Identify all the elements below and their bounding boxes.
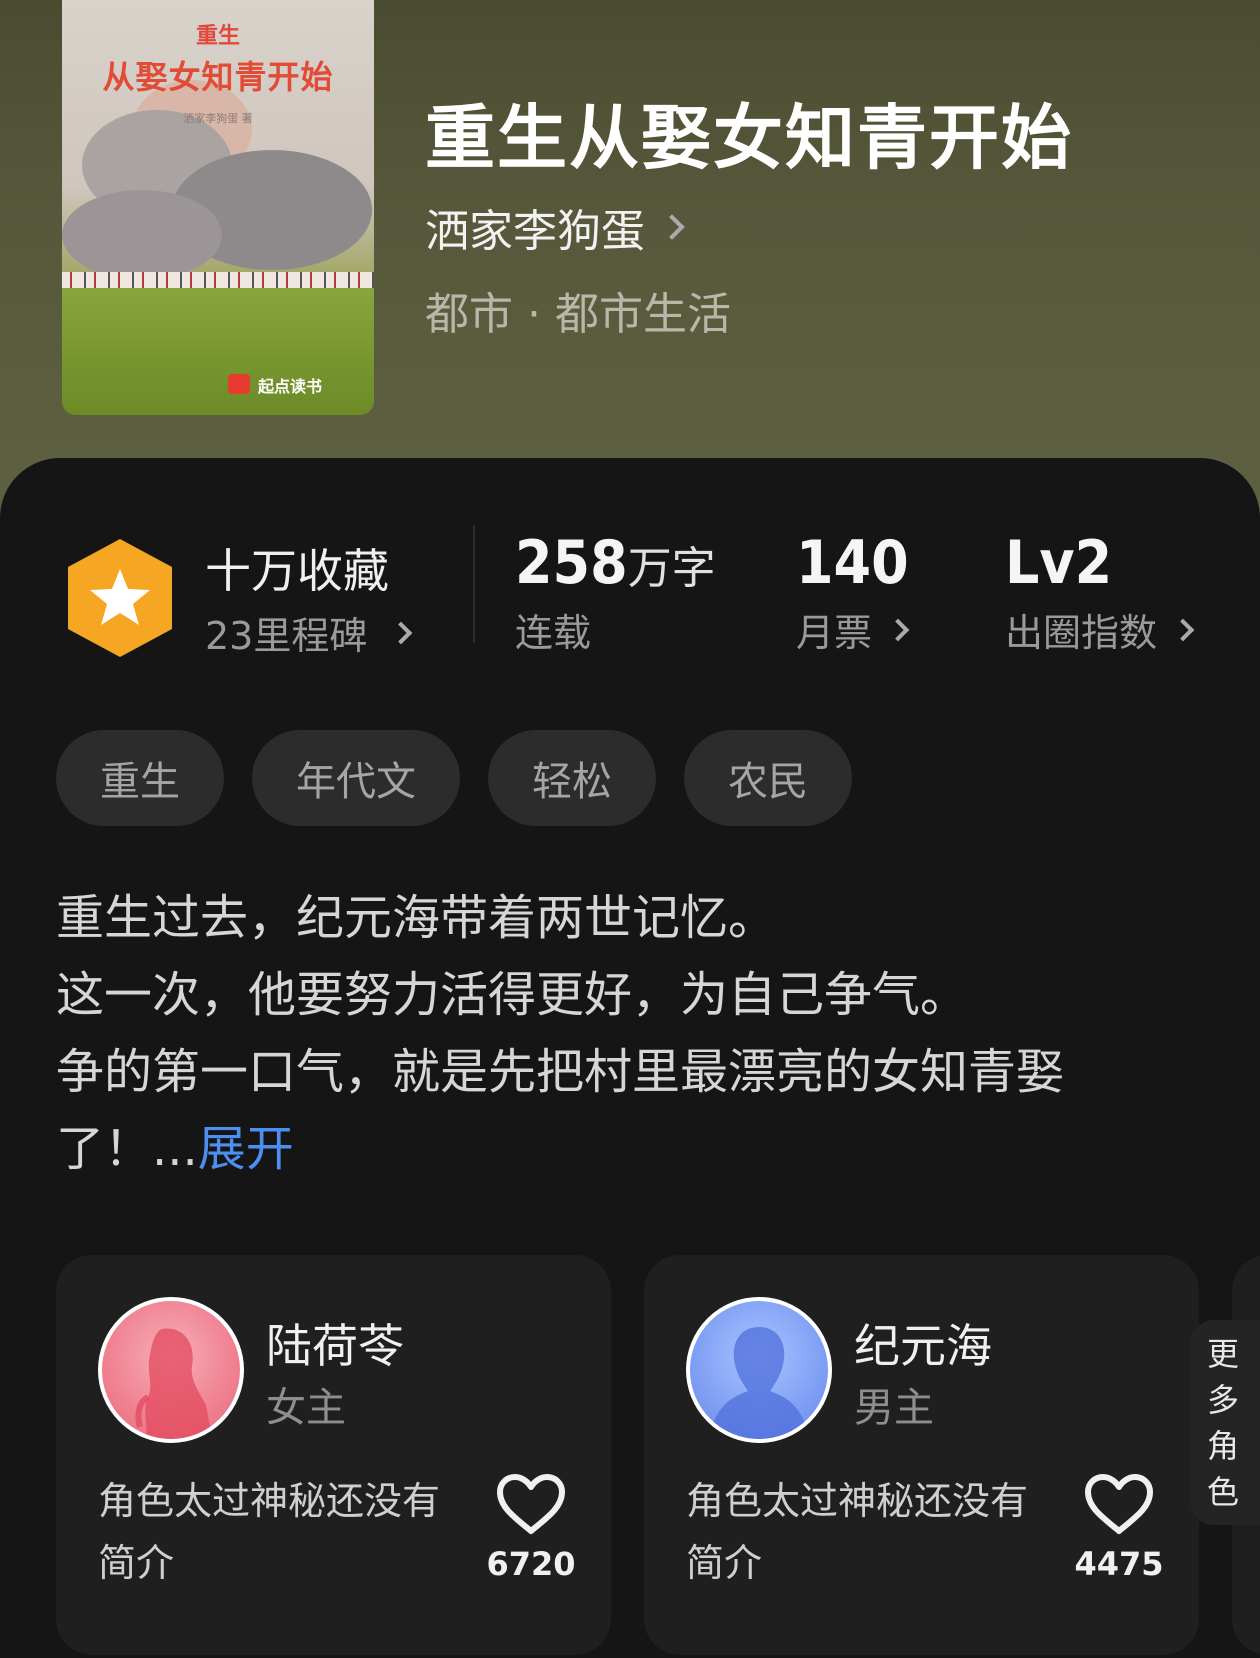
more-roles-char: 角	[1206, 1426, 1239, 1465]
book-genre: 都市 · 都市生活	[425, 289, 731, 340]
word-count-value: 258	[515, 528, 628, 598]
more-roles-char: 更	[1206, 1334, 1239, 1373]
stat-breakout-index[interactable]: Lv2 出圈指数	[1005, 528, 1195, 657]
brand-logo-icon	[228, 374, 250, 394]
character-role: 男主	[854, 1385, 934, 1431]
character-role: 女主	[266, 1385, 346, 1431]
book-title: 重生从娶女知青开始	[425, 96, 1073, 179]
stat-monthly-tickets[interactable]: 140 月票	[796, 528, 910, 657]
description-line: 重生过去，纪元海带着两世记忆。	[56, 890, 777, 946]
stats-divider	[473, 525, 475, 643]
cover-subtitle: 重生	[195, 24, 240, 49]
expand-link[interactable]: 展开	[198, 1121, 294, 1177]
monthly-tickets-label: 月票	[796, 611, 873, 655]
tag-chip[interactable]: 农民	[684, 730, 852, 826]
character-card[interactable]: 纪元海 男主 角色太过神秘还没有简介 4475	[644, 1255, 1199, 1655]
character-intro: 角色太过神秘还没有简介	[98, 1479, 441, 1585]
book-cover[interactable]: 重生 从娶女知青开始 洒家李狗蛋 著 起点读书	[62, 0, 374, 415]
book-description: 重生过去，纪元海带着两世记忆。 这一次，他要努力活得更好，为自己争气。 争的第一…	[56, 880, 1216, 1188]
cover-art-cloud	[62, 190, 222, 280]
male-silhouette-icon	[708, 1327, 810, 1439]
tag-chip[interactable]: 重生	[56, 730, 224, 826]
cover-art-grass	[62, 288, 374, 415]
stat-word-count: 258万字 连载	[515, 528, 716, 657]
tag-list: 重生 年代文 轻松 农民	[56, 730, 852, 826]
female-silhouette-icon	[135, 1328, 212, 1439]
more-roles-char: 色	[1206, 1472, 1239, 1511]
chevron-right-icon	[390, 621, 413, 644]
more-roles-button[interactable]: 更 多 角 色	[1190, 1320, 1260, 1525]
avatar	[686, 1297, 832, 1443]
more-roles-char: 多	[1206, 1380, 1239, 1419]
word-count-unit: 万字	[627, 543, 716, 594]
like-count: 6720	[486, 1545, 576, 1583]
cover-author: 洒家李狗蛋 著	[183, 112, 253, 125]
chevron-right-icon	[1171, 618, 1195, 641]
like-count: 4475	[1074, 1545, 1164, 1583]
author-link[interactable]: 洒家李狗蛋	[425, 195, 685, 259]
breakout-index-value: Lv2	[1005, 528, 1113, 598]
character-name: 纪元海	[854, 1319, 992, 1373]
character-intro: 角色太过神秘还没有简介	[686, 1479, 1029, 1585]
tag-chip[interactable]: 轻松	[488, 730, 656, 826]
description-line: 争的第一口气，就是先把村里最漂亮的女知青娶	[56, 1044, 1065, 1100]
milestone-link[interactable]: 23里程碑	[205, 605, 413, 660]
milestone-subtitle: 23里程碑	[205, 614, 368, 658]
breakout-index-label: 出圈指数	[1005, 611, 1158, 655]
cover-title: 从娶女知青开始	[102, 58, 334, 96]
milestone-title: 十万收藏	[205, 544, 389, 598]
character-card[interactable]: 陆荷苓 女主 角色太过神秘还没有简介 6720	[56, 1255, 611, 1655]
star-medal-icon	[68, 539, 172, 657]
chevron-right-icon	[659, 214, 685, 240]
avatar	[98, 1297, 244, 1443]
tag-chip[interactable]: 年代文	[252, 730, 460, 826]
character-name: 陆荷苓	[266, 1319, 404, 1373]
cover-art-train	[62, 272, 374, 288]
author-name: 洒家李狗蛋	[425, 206, 645, 257]
description-line: 了！...	[56, 1121, 198, 1177]
monthly-tickets-value: 140	[796, 528, 909, 598]
heart-icon[interactable]	[496, 1473, 566, 1535]
word-count-label: 连载	[515, 611, 592, 655]
cover-brand: 起点读书	[258, 377, 323, 396]
description-line: 这一次，他要努力活得更好，为自己争气。	[56, 967, 969, 1023]
chevron-right-icon	[886, 618, 910, 641]
heart-icon[interactable]	[1084, 1473, 1154, 1535]
